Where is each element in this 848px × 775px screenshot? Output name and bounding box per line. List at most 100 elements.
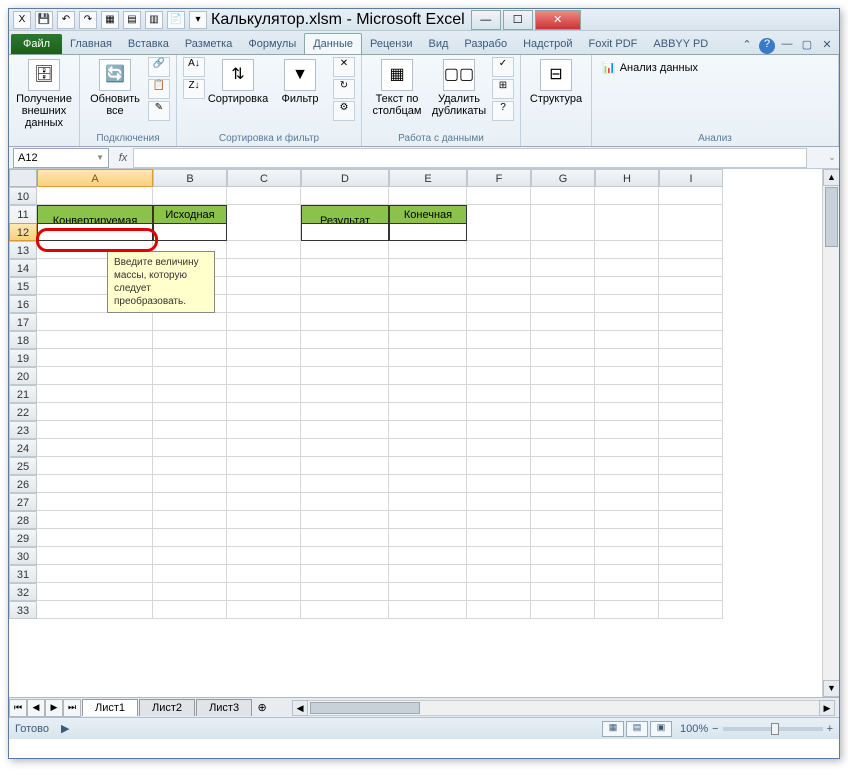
cell-D26[interactable] [301, 475, 389, 493]
row-header-15[interactable]: 15 [9, 277, 37, 295]
cell-B20[interactable] [153, 367, 227, 385]
cell-G18[interactable] [531, 331, 595, 349]
row-header-10[interactable]: 10 [9, 187, 37, 205]
cell-F29[interactable] [467, 529, 531, 547]
cell-D17[interactable] [301, 313, 389, 331]
scroll-left-icon[interactable]: ◀ [292, 700, 308, 716]
cell-I12[interactable] [659, 223, 723, 241]
cell-E10[interactable] [389, 187, 467, 205]
cell-F14[interactable] [467, 259, 531, 277]
cell-H32[interactable] [595, 583, 659, 601]
cell-E25[interactable] [389, 457, 467, 475]
cell-H21[interactable] [595, 385, 659, 403]
horizontal-scrollbar[interactable]: ◀ ▶ [292, 700, 835, 716]
cell-F33[interactable] [467, 601, 531, 619]
cell-A18[interactable] [37, 331, 153, 349]
cell-G14[interactable] [531, 259, 595, 277]
cell-G17[interactable] [531, 313, 595, 331]
cell-C12[interactable] [227, 223, 301, 241]
cell-G28[interactable] [531, 511, 595, 529]
cell-H16[interactable] [595, 295, 659, 313]
sheet-tab-2[interactable]: Лист2 [139, 699, 195, 716]
cell-G32[interactable] [531, 583, 595, 601]
cell-D22[interactable] [301, 403, 389, 421]
zoom-in-icon[interactable]: + [827, 723, 833, 735]
tab-developer[interactable]: Разрабо [456, 34, 515, 54]
sheet-first-icon[interactable]: ⏮ [9, 699, 27, 717]
cell-C10[interactable] [227, 187, 301, 205]
cell-C33[interactable] [227, 601, 301, 619]
cell-G23[interactable] [531, 421, 595, 439]
tab-view[interactable]: Вид [421, 34, 457, 54]
row-header-33[interactable]: 33 [9, 601, 37, 619]
clear-filter-button[interactable]: ✕ [333, 57, 355, 77]
cell-H26[interactable] [595, 475, 659, 493]
cell-E12[interactable] [389, 223, 467, 241]
cell-H20[interactable] [595, 367, 659, 385]
cell-F31[interactable] [467, 565, 531, 583]
tab-home[interactable]: Главная [62, 34, 120, 54]
cell-B17[interactable] [153, 313, 227, 331]
cell-D31[interactable] [301, 565, 389, 583]
column-header-B[interactable]: B [153, 169, 227, 187]
text-to-columns-button[interactable]: ▦ Текст по столбцам [368, 57, 426, 119]
cell-C27[interactable] [227, 493, 301, 511]
cell-G12[interactable] [531, 223, 595, 241]
cell-H22[interactable] [595, 403, 659, 421]
sheet-next-icon[interactable]: ▶ [45, 699, 63, 717]
cell-A24[interactable] [37, 439, 153, 457]
cell-I33[interactable] [659, 601, 723, 619]
cell-E13[interactable] [389, 241, 467, 259]
cell-A21[interactable] [37, 385, 153, 403]
reapply-button[interactable]: ↻ [333, 79, 355, 99]
row-header-31[interactable]: 31 [9, 565, 37, 583]
row-header-25[interactable]: 25 [9, 457, 37, 475]
qat-dropdown-icon[interactable]: ▾ [189, 11, 207, 29]
cell-I25[interactable] [659, 457, 723, 475]
cell-B33[interactable] [153, 601, 227, 619]
cell-B22[interactable] [153, 403, 227, 421]
row-header-24[interactable]: 24 [9, 439, 37, 457]
cell-B21[interactable] [153, 385, 227, 403]
row-header-17[interactable]: 17 [9, 313, 37, 331]
cell-A28[interactable] [37, 511, 153, 529]
structure-button[interactable]: ⊟ Структура [527, 57, 585, 107]
cell-B30[interactable] [153, 547, 227, 565]
row-header-19[interactable]: 19 [9, 349, 37, 367]
qat-btn[interactable]: ▦ [101, 11, 119, 29]
cell-G33[interactable] [531, 601, 595, 619]
cell-A33[interactable] [37, 601, 153, 619]
cell-H14[interactable] [595, 259, 659, 277]
column-header-D[interactable]: D [301, 169, 389, 187]
page-layout-icon[interactable]: ▤ [626, 721, 648, 737]
cell-I24[interactable] [659, 439, 723, 457]
cell-D14[interactable] [301, 259, 389, 277]
cell-B25[interactable] [153, 457, 227, 475]
maximize-button[interactable]: ☐ [503, 10, 533, 30]
column-header-G[interactable]: G [531, 169, 595, 187]
row-header-23[interactable]: 23 [9, 421, 37, 439]
column-header-I[interactable]: I [659, 169, 723, 187]
cell-A10[interactable] [37, 187, 153, 205]
row-header-18[interactable]: 18 [9, 331, 37, 349]
cell-A27[interactable] [37, 493, 153, 511]
formula-input[interactable] [133, 148, 807, 168]
cell-E18[interactable] [389, 331, 467, 349]
cell-B27[interactable] [153, 493, 227, 511]
cell-F26[interactable] [467, 475, 531, 493]
cell-I14[interactable] [659, 259, 723, 277]
cell-A32[interactable] [37, 583, 153, 601]
cell-H24[interactable] [595, 439, 659, 457]
cell-D21[interactable] [301, 385, 389, 403]
column-header-C[interactable]: C [227, 169, 301, 187]
cell-E26[interactable] [389, 475, 467, 493]
remove-duplicates-button[interactable]: ▢▢ Удалить дубликаты [430, 57, 488, 119]
cell-C13[interactable] [227, 241, 301, 259]
cell-E15[interactable] [389, 277, 467, 295]
cell-F13[interactable] [467, 241, 531, 259]
cell-B28[interactable] [153, 511, 227, 529]
cell-C30[interactable] [227, 547, 301, 565]
cell-H27[interactable] [595, 493, 659, 511]
cell-E24[interactable] [389, 439, 467, 457]
cell-F16[interactable] [467, 295, 531, 313]
